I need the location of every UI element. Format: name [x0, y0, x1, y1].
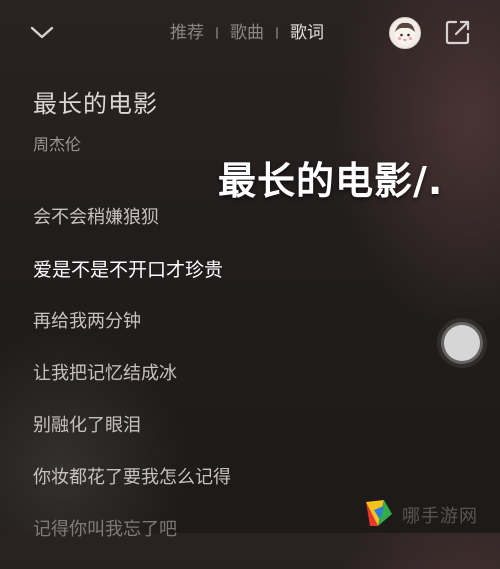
tab-recommend[interactable]: 推荐: [160, 20, 214, 46]
collapse-button[interactable]: [28, 18, 56, 46]
tab-divider: [216, 27, 218, 39]
chevron-down-icon: [30, 26, 54, 39]
tab-song[interactable]: 歌曲: [220, 20, 274, 46]
lyric-line[interactable]: 让我把记忆结成冰: [33, 361, 453, 413]
watermark-logo: [366, 500, 392, 526]
lyric-line-current[interactable]: 爱是不是不开口才珍贵: [33, 257, 453, 309]
top-bar: 推荐 歌曲 歌词: [0, 0, 500, 64]
share-icon: [445, 20, 470, 45]
share-button[interactable]: [444, 18, 472, 46]
watermark: 哪手游网: [360, 494, 500, 533]
artist-name[interactable]: 周杰伦: [33, 131, 81, 155]
lyric-line[interactable]: 别融化了眼泪: [33, 413, 453, 465]
song-title: 最长的电影: [33, 90, 158, 118]
lyric-line[interactable]: 再给我两分钟: [33, 309, 453, 361]
floating-ball-icon: [444, 325, 480, 361]
floating-ball-button[interactable]: [437, 318, 487, 368]
tab-divider: [276, 27, 278, 39]
tab-lyrics[interactable]: 歌词: [280, 20, 334, 46]
overlay-caption: 最长的电影/.: [218, 159, 444, 203]
lyric-line[interactable]: 会不会稍嫌狼狈: [33, 205, 453, 257]
watermark-text: 哪手游网: [402, 506, 478, 527]
avatar-face-icon: [395, 22, 415, 45]
tab-bar: 推荐 歌曲 歌词: [160, 20, 334, 46]
avatar[interactable]: [389, 17, 421, 49]
